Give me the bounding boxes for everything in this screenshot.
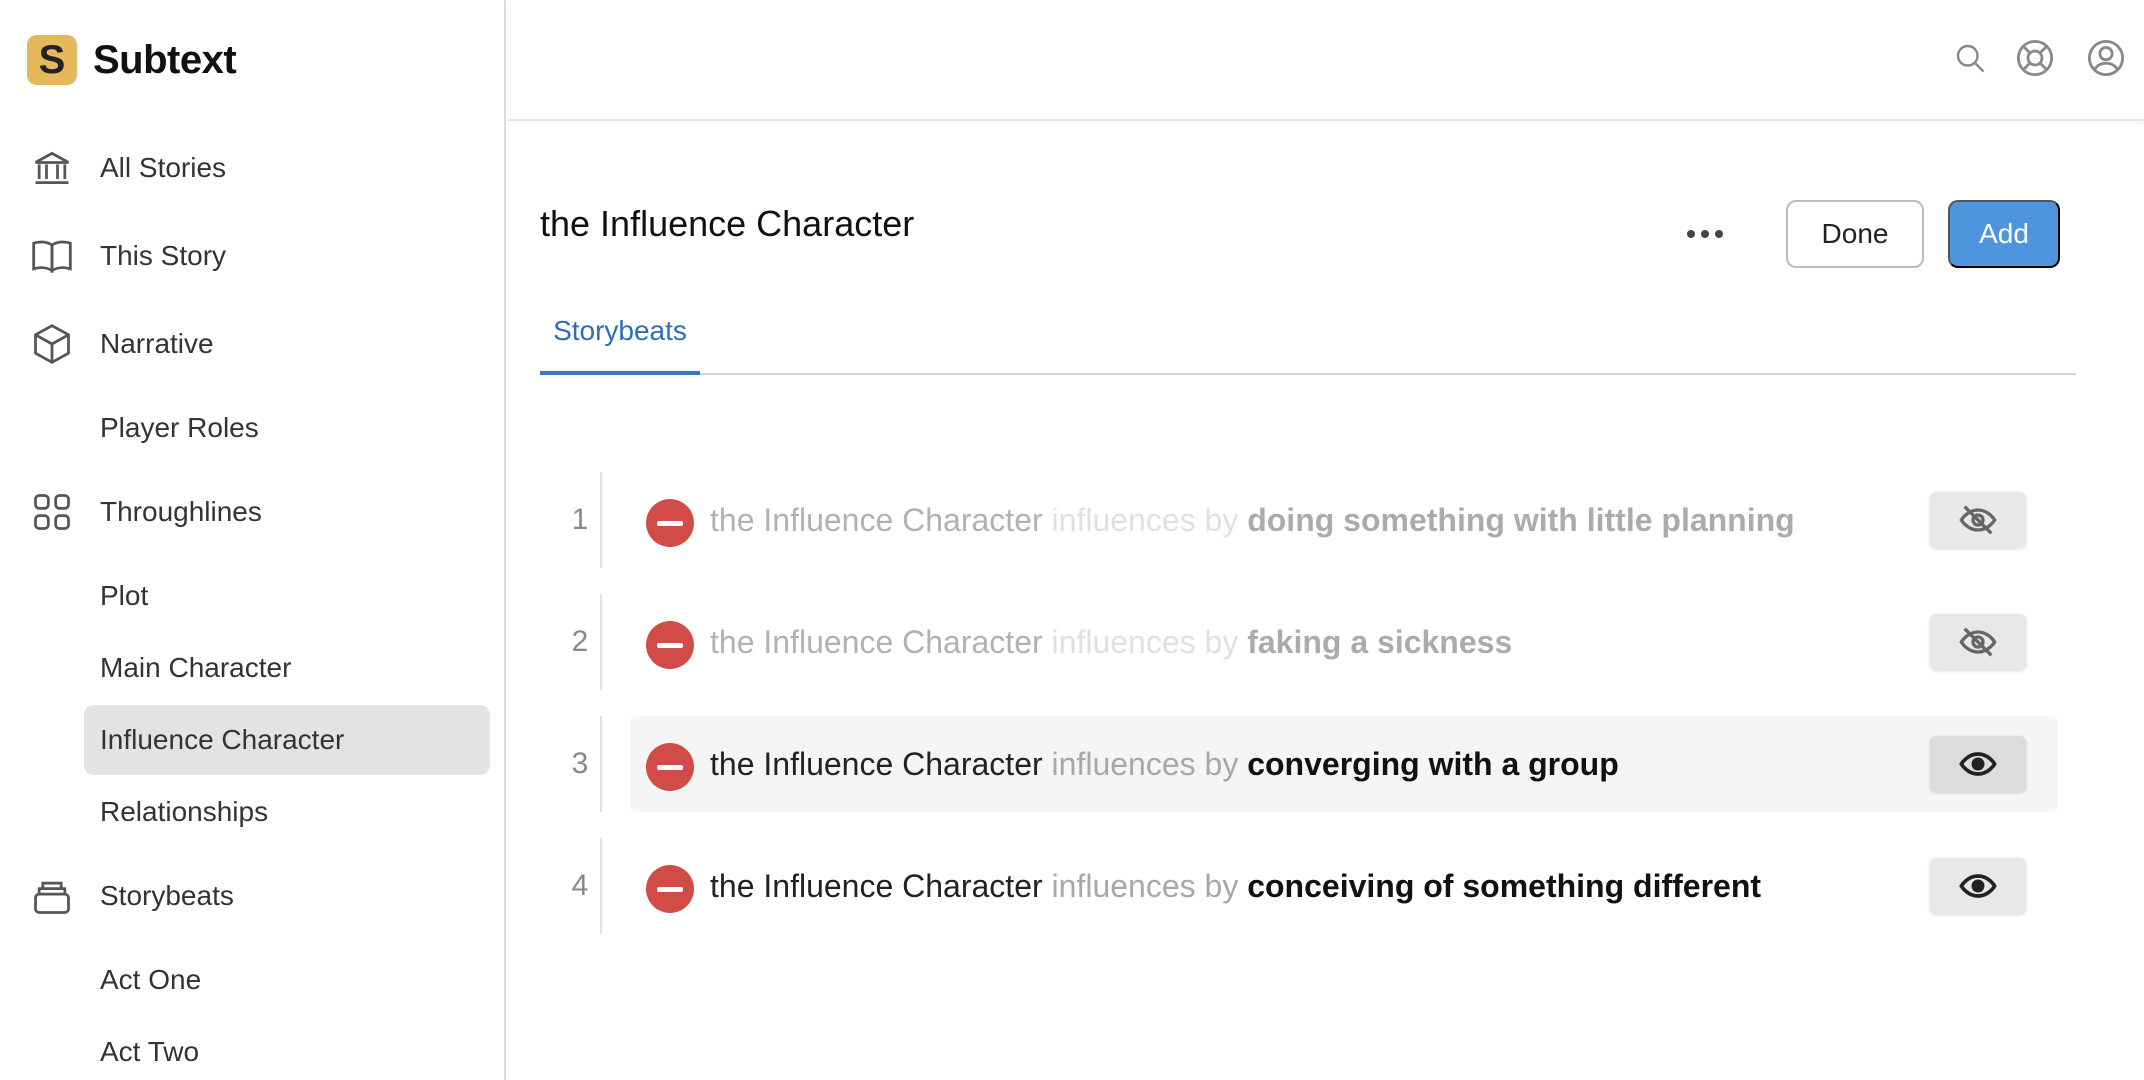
storybeat-text[interactable]: the Influence Character influences by co… [710, 868, 1761, 905]
storybeat-verb: influences by [1051, 502, 1239, 538]
done-button[interactable]: Done [1786, 200, 1924, 268]
sidebar-item-act-two[interactable]: Act Two [84, 1017, 490, 1080]
dot-icon [1715, 230, 1723, 238]
sidebar-item-relationships[interactable]: Relationships [84, 777, 490, 847]
storybeat-subject: the Influence Character [710, 746, 1043, 782]
tab-label: Storybeats [553, 314, 687, 346]
storybeat-verb: influences by [1051, 868, 1239, 904]
subtext-logo-icon: S [27, 35, 77, 85]
storybeat-text[interactable]: the Influence Character influences by do… [710, 502, 1795, 539]
storybeat-subject: the Influence Character [710, 502, 1043, 538]
sidebar-item-act-one[interactable]: Act One [84, 945, 490, 1015]
tab-bar: Storybeats [540, 300, 2076, 375]
add-button[interactable]: Add [1948, 200, 2060, 268]
row-number: 4 [560, 838, 602, 934]
row-number: 1 [560, 472, 602, 568]
cube-icon [30, 322, 74, 366]
stack-icon [30, 874, 74, 918]
sidebar-item-label: All Stories [100, 152, 227, 183]
storybeat-object: faking a sickness [1247, 624, 1513, 660]
remove-icon[interactable] [646, 499, 694, 547]
book-open-icon [30, 234, 74, 278]
more-options-button[interactable] [1680, 214, 1730, 254]
eye-off-icon [1959, 627, 1997, 657]
sidebar-item-this-story[interactable]: This Story [0, 226, 506, 286]
eye-icon [1959, 874, 1997, 898]
sidebar-item-main-character[interactable]: Main Character [84, 633, 490, 703]
search-icon[interactable] [1948, 36, 1992, 80]
app-name: Subtext [93, 37, 237, 82]
visibility-toggle[interactable] [1930, 614, 2026, 670]
sidebar-item-label: Plot [100, 580, 149, 611]
sidebar-item-label: Influence Character [100, 724, 345, 755]
sidebar-item-label: Player Roles [100, 412, 259, 443]
sidebar-item-narrative[interactable]: Narrative [0, 314, 506, 374]
storybeat-subject: the Influence Character [710, 624, 1043, 660]
storybeat-row: 2 the Influence Character influences by … [560, 594, 2060, 690]
storybeat-object: conceiving of something different [1247, 868, 1762, 904]
visibility-toggle[interactable] [1930, 736, 2026, 792]
storybeat-object: converging with a group [1247, 746, 1619, 782]
sidebar-item-label: This Story [100, 240, 227, 271]
storybeat-subject: the Influence Character [710, 868, 1043, 904]
grid-four-icon [30, 490, 74, 534]
remove-icon[interactable] [646, 621, 694, 669]
sidebar-item-label: Act One [100, 964, 202, 995]
remove-icon[interactable] [646, 743, 694, 791]
dot-icon [1687, 230, 1695, 238]
storybeat-verb: influences by [1051, 624, 1239, 660]
eye-off-icon [1959, 505, 1997, 535]
row-number: 2 [560, 594, 602, 690]
user-account-icon[interactable] [2084, 36, 2128, 80]
sidebar: S Subtext All Stories This Story Narrati… [0, 0, 506, 1080]
sidebar-item-storybeats[interactable]: Storybeats [0, 866, 506, 926]
storybeat-row: 4 the Influence Character influences by … [560, 838, 2060, 934]
eye-icon [1959, 752, 1997, 776]
visibility-toggle[interactable] [1930, 492, 2026, 548]
sidebar-item-label: Main Character [100, 652, 292, 683]
sidebar-item-player-roles[interactable]: Player Roles [84, 393, 490, 463]
help-lifebuoy-icon[interactable] [2013, 36, 2057, 80]
page-title: the Influence Character [540, 203, 915, 244]
storybeat-verb: influences by [1051, 746, 1239, 782]
visibility-toggle[interactable] [1930, 858, 2026, 914]
storybeat-text[interactable]: the Influence Character influences by fa… [710, 624, 1512, 661]
sidebar-item-all-stories[interactable]: All Stories [0, 138, 506, 198]
storybeat-row: 3 the Influence Character influences by … [560, 716, 2060, 812]
sidebar-item-influence-character[interactable]: Influence Character [84, 705, 490, 775]
storybeat-row: 1 the Influence Character influences by … [560, 472, 2060, 568]
remove-icon[interactable] [646, 865, 694, 913]
sidebar-item-throughlines[interactable]: Throughlines [0, 482, 506, 542]
top-bar [508, 0, 2144, 121]
sidebar-item-label: Throughlines [100, 496, 262, 527]
dot-icon [1701, 230, 1709, 238]
brand[interactable]: S Subtext [27, 35, 237, 85]
bank-icon [30, 146, 74, 190]
row-number: 3 [560, 716, 602, 812]
sidebar-item-label: Storybeats [100, 880, 234, 911]
sidebar-item-label: Narrative [100, 328, 214, 359]
tab-storybeats[interactable]: Storybeats [540, 300, 700, 375]
sidebar-item-label: Act Two [100, 1036, 200, 1067]
storybeat-text[interactable]: the Influence Character influences by co… [710, 746, 1619, 783]
sidebar-item-plot[interactable]: Plot [84, 561, 490, 631]
storybeat-object: doing something with little planning [1247, 502, 1795, 538]
sidebar-item-label: Relationships [100, 796, 269, 827]
